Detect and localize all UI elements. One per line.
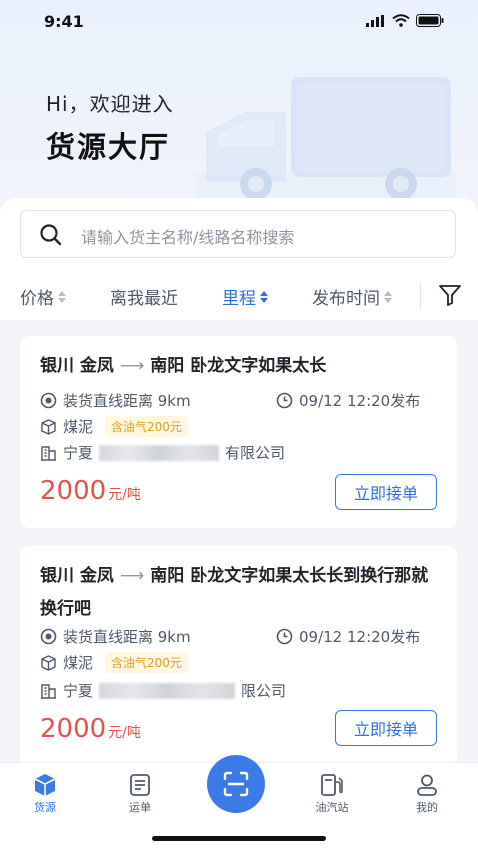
wifi-icon	[392, 14, 410, 27]
filter-publish-time[interactable]: 发布时间	[312, 284, 392, 309]
price-unit: 元/吨	[108, 725, 141, 741]
company-suffix: 限公司	[241, 682, 287, 700]
route-arrow-icon: ⟶	[119, 566, 145, 586]
distance-row: 装货直线距离 9km	[40, 390, 191, 411]
cargo-card[interactable]: 银川 金凤 ⟶ 南阳 卧龙文字如果太长长到换行那就换行吧 装货直线距离 9km 09…	[20, 546, 457, 766]
price-value: 2000	[40, 476, 107, 506]
distance-row: 装货直线距离 9km	[40, 626, 191, 647]
route-arrow-icon: ⟶	[119, 356, 145, 376]
company-row: 宁夏 限公司	[40, 680, 286, 701]
greeting-text: Hi，欢迎进入	[46, 92, 174, 116]
publish-time-text: 09/12 12:20发布	[299, 628, 421, 646]
company-row: 宁夏 有限公司	[40, 442, 285, 463]
tab-cargo[interactable]: 货源	[15, 771, 75, 815]
route-text: 银川 金凤 ⟶ 南阳 卧龙文字如果太长	[40, 350, 440, 383]
search-input[interactable]: 请输入货主名称/线路名称搜索	[20, 210, 456, 258]
route-origin: 银川 金凤	[40, 566, 114, 586]
tab-gas-station-label: 油汽站	[315, 801, 349, 814]
box-icon	[41, 419, 56, 435]
filter-publish-time-label: 发布时间	[312, 289, 380, 309]
user-icon	[417, 774, 437, 796]
tab-waybill-label: 运单	[129, 801, 151, 814]
signal-icon	[366, 14, 384, 27]
tab-profile[interactable]: 我的	[397, 771, 457, 815]
fuel-tag-badge: 含油气200元	[105, 416, 188, 437]
search-icon	[40, 224, 62, 246]
sort-icon	[58, 290, 66, 303]
filter-nearest[interactable]: 离我最近	[110, 284, 178, 309]
company-icon	[41, 446, 56, 461]
cargo-row: 煤泥 含油气200元	[40, 416, 188, 437]
company-prefix: 宁夏	[63, 682, 94, 700]
waybill-icon	[130, 774, 150, 796]
route-destination: 南阳 卧龙文字如果太长	[150, 356, 327, 376]
scan-icon	[223, 771, 249, 797]
gas-station-icon	[321, 774, 343, 796]
battery-icon	[416, 14, 444, 27]
location-icon	[40, 628, 57, 645]
clock-icon	[276, 392, 293, 409]
price-value: 2000	[40, 714, 107, 744]
sort-icon	[384, 290, 392, 303]
cargo-name: 煤泥	[63, 418, 94, 436]
search-panel: 请输入货主名称/线路名称搜索 价格 离我最近 里程 发布时间	[0, 198, 478, 320]
status-bar: 9:41	[0, 0, 478, 44]
price: 2000 元/吨	[40, 714, 141, 744]
filter-divider	[420, 282, 421, 310]
status-icons	[366, 14, 444, 27]
price-unit: 元/吨	[108, 487, 141, 503]
publish-time-text: 09/12 12:20发布	[299, 392, 421, 410]
tab-waybill[interactable]: 运单	[110, 771, 170, 815]
filter-mileage[interactable]: 里程	[222, 284, 268, 309]
company-suffix: 有限公司	[225, 444, 286, 462]
filter-price-label: 价格	[20, 289, 54, 309]
scan-button[interactable]	[207, 755, 265, 813]
publish-time-row: 09/12 12:20发布	[276, 390, 420, 411]
filter-mileage-label: 里程	[222, 289, 256, 309]
company-icon	[41, 684, 56, 699]
search-placeholder: 请输入货主名称/线路名称搜索	[81, 228, 295, 247]
company-name-redacted	[99, 444, 220, 461]
filter-bar: 价格 离我最近 里程 发布时间	[0, 278, 478, 314]
fuel-tag-badge: 含油气200元	[105, 652, 188, 673]
status-time: 9:41	[44, 12, 84, 31]
company-name-redacted	[99, 682, 236, 699]
accept-order-button[interactable]: 立即接单	[335, 710, 437, 746]
filter-price[interactable]: 价格	[20, 284, 66, 309]
truck-illustration	[196, 77, 456, 202]
box-icon	[41, 655, 56, 671]
cargo-card[interactable]: 银川 金凤 ⟶ 南阳 卧龙文字如果太长 装货直线距离 9km 09/12 12:20…	[20, 336, 457, 528]
sort-icon	[260, 290, 268, 303]
filter-nearest-label: 离我最近	[110, 289, 178, 309]
publish-time-row: 09/12 12:20发布	[276, 626, 420, 647]
accept-order-button[interactable]: 立即接单	[335, 474, 437, 510]
cargo-row: 煤泥 含油气200元	[40, 652, 188, 673]
cube-icon	[34, 774, 56, 796]
distance-text: 装货直线距离 9km	[63, 628, 191, 646]
filter-funnel-icon[interactable]	[438, 284, 462, 306]
home-indicator	[152, 836, 326, 841]
clock-icon	[276, 628, 293, 645]
tab-profile-label: 我的	[416, 801, 438, 814]
route-text: 银川 金凤 ⟶ 南阳 卧龙文字如果太长长到换行那就换行吧	[40, 560, 440, 626]
tab-gas-station[interactable]: 油汽站	[302, 771, 362, 815]
tab-cargo-label: 货源	[34, 801, 56, 814]
route-origin: 银川 金凤	[40, 356, 114, 376]
cargo-name: 煤泥	[63, 654, 94, 672]
distance-text: 装货直线距离 9km	[63, 392, 191, 410]
company-prefix: 宁夏	[63, 444, 94, 462]
page-title: 货源大厅	[46, 130, 171, 164]
location-icon	[40, 392, 57, 409]
price: 2000 元/吨	[40, 476, 141, 506]
